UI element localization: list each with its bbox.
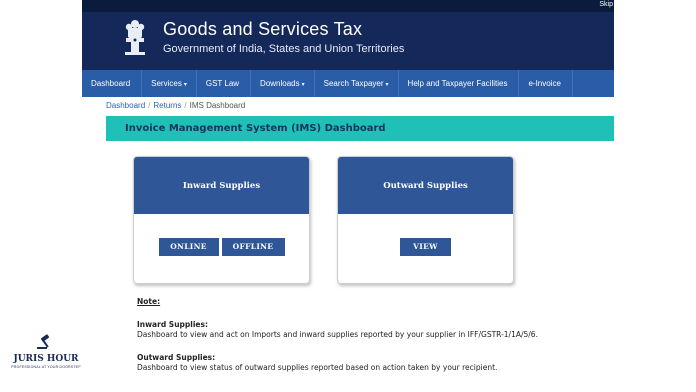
breadcrumb-dashboard[interactable]: Dashboard	[106, 101, 145, 110]
view-button[interactable]: VIEW	[400, 238, 451, 256]
offline-button[interactable]: OFFLINE	[221, 238, 285, 256]
notes-section: Note: Inward Supplies: Dashboard to view…	[137, 297, 607, 386]
breadcrumb-returns[interactable]: Returns	[153, 101, 181, 110]
watermark-tagline: PROFESSIONAL AT YOUR DOORSTEP	[11, 365, 81, 369]
inward-supplies-card: Inward Supplies ONLINE OFFLINE	[133, 156, 310, 284]
main-nav: Dashboard Services ▾ GST Law Downloads ▾ S…	[82, 70, 614, 97]
note-heading: Note:	[137, 297, 161, 306]
skip-link[interactable]: Skip	[599, 0, 614, 10]
chevron-down-icon: ▾	[183, 82, 187, 88]
inward-supplies-title: Inward Supplies	[134, 157, 309, 214]
online-button[interactable]: ONLINE	[158, 238, 219, 256]
watermark-name: JURIS HOUR	[13, 354, 79, 364]
chevron-down-icon: ▾	[385, 82, 389, 88]
note-inward-text: Dashboard to view and act on Imports and…	[137, 330, 538, 339]
note-outward-text: Dashboard to view status of outward supp…	[137, 363, 498, 372]
nav-item-dashboard[interactable]: Dashboard	[82, 70, 143, 97]
note-outward-title: Outward Supplies:	[137, 353, 216, 362]
national-emblem-icon	[125, 20, 145, 55]
outward-supplies-title: Outward Supplies	[338, 157, 513, 214]
outward-supplies-card: Outward Supplies VIEW	[337, 156, 514, 284]
page-banner: Invoice Management System (IMS) Dashboar…	[106, 116, 614, 141]
site-title: Goods and Services Tax	[163, 19, 363, 39]
breadcrumb: Dashboard / Returns / IMS Dashboard	[106, 101, 246, 110]
watermark-logo: JURIS HOUR PROFESSIONAL AT YOUR DOORSTEP	[0, 330, 92, 376]
page-title: Invoice Management System (IMS) Dashboar…	[125, 123, 386, 134]
nav-item-help[interactable]: Help and Taxpayer Facilities	[399, 70, 520, 97]
nav-item-downloads[interactable]: Downloads ▾	[251, 70, 315, 97]
note-inward-title: Inward Supplies:	[137, 320, 208, 329]
site-subtitle: Government of India, States and Union Te…	[163, 43, 405, 55]
breadcrumb-current: IMS Dashboard	[189, 101, 246, 110]
site-header: Goods and Services Tax Government of Ind…	[82, 12, 614, 70]
nav-item-gst-law[interactable]: GST Law	[197, 70, 252, 97]
top-utility-bar: Skip	[82, 0, 614, 12]
nav-item-search-taxpayer[interactable]: Search Taxpayer ▾	[315, 70, 399, 97]
chevron-down-icon: ▾	[301, 82, 305, 88]
gavel-icon	[37, 334, 50, 349]
nav-item-e-invoice[interactable]: e-Invoice	[519, 70, 573, 97]
nav-item-services[interactable]: Services ▾	[142, 70, 197, 97]
